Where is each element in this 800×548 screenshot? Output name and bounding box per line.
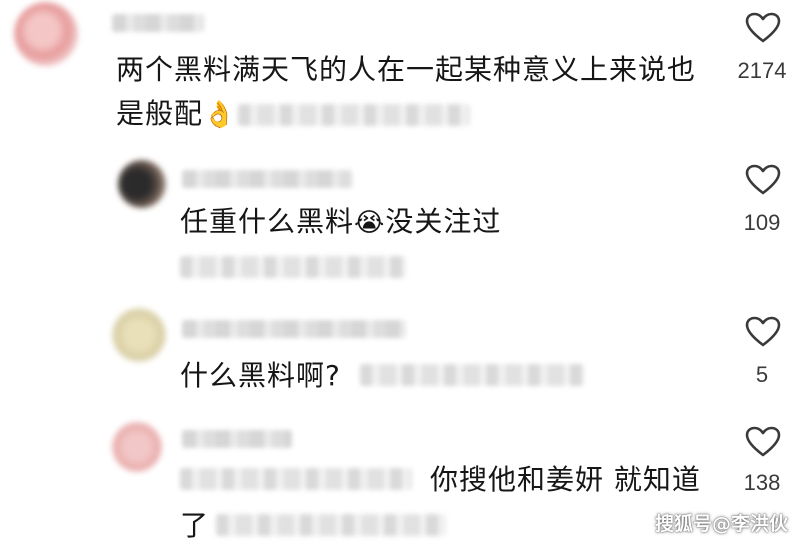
- comment-meta: [180, 468, 412, 490]
- reply-item: 任重什么黑料😭没关注过 109: [0, 150, 800, 300]
- crying-face-emoji-icon: 😭: [354, 208, 386, 238]
- avatar[interactable]: [112, 308, 166, 362]
- ok-hand-emoji-icon: 👌: [203, 100, 237, 130]
- comment-meta: [216, 514, 446, 536]
- comment-item: 两个黑料满天飞的人在一起某种意义上来说也是般配👌 2174: [0, 0, 800, 150]
- username[interactable]: [112, 14, 204, 32]
- comment-text: 你搜他和姜妍 就知道: [430, 458, 730, 502]
- comment-text-body: 什么黑料啊?: [180, 359, 341, 392]
- comment-text-before: 任重什么黑料: [180, 205, 355, 238]
- comment-meta: [238, 104, 470, 126]
- username[interactable]: [182, 170, 352, 188]
- avatar[interactable]: [14, 2, 78, 66]
- comment-text: 什么黑料啊?: [180, 354, 380, 398]
- username[interactable]: [182, 430, 292, 448]
- like-count: 5: [755, 362, 769, 387]
- comment-text-after: 没关注过: [385, 205, 502, 238]
- reply-item: 什么黑料啊? 5: [0, 300, 800, 420]
- like-heart-icon[interactable]: [745, 164, 781, 196]
- username[interactable]: [182, 320, 406, 338]
- comment-text-line1: 你搜他和姜妍 就知道: [430, 463, 701, 496]
- comment-text: 任重什么黑料😭没关注过: [180, 200, 660, 245]
- avatar[interactable]: [112, 422, 162, 472]
- comment-text-continued: 了: [180, 504, 220, 548]
- like-count: 2174: [737, 58, 787, 83]
- like-count: 109: [743, 210, 781, 235]
- like-heart-icon[interactable]: [745, 12, 781, 44]
- like-count: 138: [743, 470, 781, 495]
- like-heart-icon[interactable]: [745, 426, 781, 458]
- comment-meta: [180, 256, 406, 278]
- like-heart-icon[interactable]: [745, 316, 781, 348]
- avatar[interactable]: [118, 160, 166, 208]
- watermark: 搜狐号@李洪伙: [654, 513, 788, 535]
- comment-meta: [360, 364, 584, 386]
- comment-text-line2: 了: [180, 509, 210, 542]
